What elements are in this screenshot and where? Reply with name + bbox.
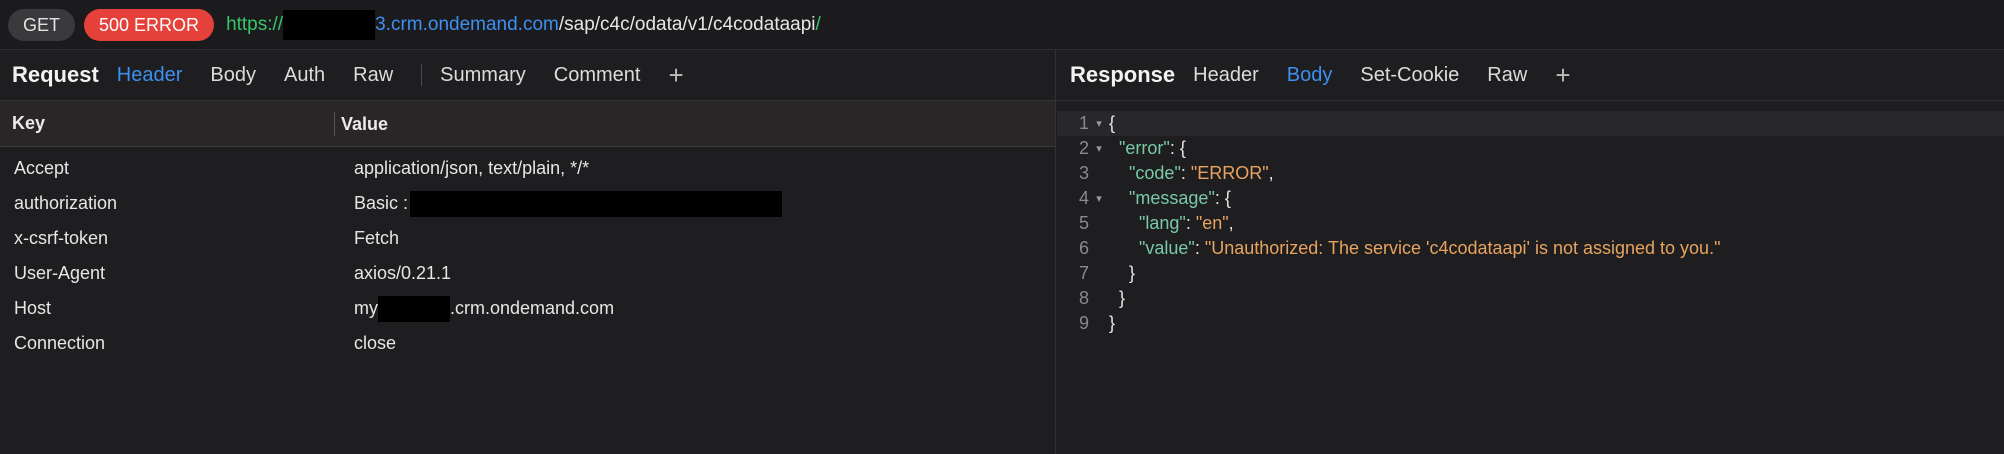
request-panel: Request Header Body Auth Raw Summary Com…: [0, 50, 1056, 454]
tab-divider: [421, 64, 423, 86]
code-text: }: [1129, 263, 1136, 283]
caret-down-icon[interactable]: ▾: [1089, 192, 1109, 205]
table-row[interactable]: Accept application/json, text/plain, */*: [0, 151, 1055, 186]
code-text: "value": "Unauthorized: The service 'c4c…: [1139, 238, 1721, 258]
line-number: 1: [1078, 113, 1089, 133]
response-title: Response: [1070, 62, 1176, 87]
url-trailing-slash: /: [815, 13, 821, 35]
json-key: "lang": [1139, 213, 1186, 233]
response-tabbar: Response Header Body Set-Cookie Raw +: [1057, 50, 2004, 101]
caret-down-icon[interactable]: ▾: [1089, 117, 1109, 130]
code-line: 8 }: [1057, 286, 2004, 311]
plus-icon[interactable]: +: [1555, 62, 1570, 88]
response-panel: Response Header Body Set-Cookie Raw + 1 ▾…: [1057, 50, 2004, 454]
code-line: 2 ▾ "error": {: [1057, 136, 2004, 161]
code-line: 9}: [1057, 311, 2004, 336]
code-line: 5 "lang": "en",: [1057, 211, 2004, 236]
column-header-value: Value: [334, 111, 388, 136]
tab-response-body[interactable]: Body: [1287, 64, 1333, 87]
table-row[interactable]: User-Agent axios/0.21.1: [0, 256, 1055, 291]
json-string-value: "en": [1195, 213, 1229, 233]
caret-down-icon[interactable]: ▾: [1089, 142, 1109, 155]
code-line: 4 ▾ "message": {: [1057, 186, 2004, 211]
json-key: "message": [1129, 188, 1215, 208]
code-text: "lang": "en",: [1139, 213, 1234, 233]
tab-response-set-cookie[interactable]: Set-Cookie: [1360, 64, 1459, 87]
tab-request-body[interactable]: Body: [210, 64, 256, 87]
table-row[interactable]: authorization Basic :: [0, 186, 1055, 221]
json-key: "value": [1139, 238, 1195, 258]
code-text: "code": "ERROR",: [1129, 163, 1274, 183]
redaction-block: [283, 9, 376, 40]
tab-request-summary[interactable]: Summary: [440, 64, 526, 87]
request-url[interactable]: https:// 3.crm.ondemand.com/sap/c4c/odata…: [226, 9, 821, 40]
table-row[interactable]: x-csrf-token Fetch: [0, 221, 1055, 256]
header-value: close: [354, 333, 397, 353]
header-key: authorization: [14, 193, 118, 213]
redaction-block: [410, 190, 783, 217]
line-number: 7: [1078, 263, 1089, 283]
header-key: Connection: [14, 333, 106, 353]
header-value: my .crm.ondemand.com: [354, 295, 615, 322]
tab-request-header[interactable]: Header: [117, 64, 183, 87]
tab-request-auth[interactable]: Auth: [284, 64, 325, 87]
url-scheme: https://: [226, 13, 284, 35]
tab-request-comment[interactable]: Comment: [554, 64, 641, 87]
code-text: }: [1109, 313, 1116, 333]
plus-icon[interactable]: +: [668, 62, 683, 88]
method-badge[interactable]: GET: [8, 8, 76, 41]
table-row[interactable]: Host my .crm.ondemand.com: [0, 291, 1055, 326]
header-value: axios/0.21.1: [354, 263, 452, 283]
request-title: Request: [12, 62, 99, 87]
code-text: {: [1109, 113, 1116, 133]
header-key: x-csrf-token: [14, 228, 109, 248]
tab-response-header[interactable]: Header: [1193, 64, 1259, 87]
line-number: 3: [1078, 163, 1089, 183]
line-number: 4: [1078, 188, 1089, 208]
response-body-code[interactable]: 1 ▾{2 ▾ "error": {3 "code": "ERROR", 4 ▾ "me…: [1057, 101, 2004, 336]
table-header: Key Value: [0, 101, 1055, 147]
status-badge: 500 ERROR: [84, 8, 215, 41]
code-text: }: [1119, 288, 1126, 308]
request-tabbar: Request Header Body Auth Raw Summary Com…: [0, 50, 1055, 101]
line-number: 9: [1078, 313, 1089, 333]
column-header-key: Key: [12, 113, 46, 133]
header-value: Fetch: [354, 228, 400, 248]
line-number: 6: [1078, 238, 1089, 258]
json-key: "code": [1129, 163, 1181, 183]
header-value: Basic :: [354, 190, 783, 217]
line-number: 5: [1078, 213, 1089, 233]
line-number: 8: [1078, 288, 1089, 308]
url-bar: GET 500 ERROR https:// 3.crm.ondemand.com…: [0, 0, 2004, 50]
line-number: 2: [1078, 138, 1089, 158]
header-value-text: Basic :: [354, 193, 409, 213]
json-string-value: "ERROR": [1190, 163, 1269, 183]
json-key: "error": [1119, 138, 1170, 158]
header-value-prefix: my: [354, 298, 378, 318]
json-string-value: "Unauthorized: The service 'c4codataapi'…: [1204, 238, 1721, 258]
header-value-suffix: .crm.ondemand.com: [450, 298, 615, 318]
header-key: Accept: [14, 158, 70, 178]
redaction-block: [378, 295, 450, 322]
code-line: 6 "value": "Unauthorized: The service 'c…: [1057, 236, 2004, 261]
code-text: "message": {: [1129, 188, 1231, 208]
header-table: Accept application/json, text/plain, */*…: [0, 147, 1055, 361]
tab-request-raw[interactable]: Raw: [353, 64, 393, 87]
url-path: /sap/c4c/odata/v1/c4codataapi: [558, 13, 816, 35]
tab-response-raw[interactable]: Raw: [1487, 64, 1527, 87]
code-line: 7 }: [1057, 261, 2004, 286]
code-line: 3 "code": "ERROR",: [1057, 161, 2004, 186]
header-key: Host: [14, 298, 52, 318]
header-key: User-Agent: [14, 263, 106, 283]
url-host: 3.crm.ondemand.com: [375, 13, 559, 35]
code-line: 1 ▾{: [1057, 111, 2004, 136]
table-row[interactable]: Connection close: [0, 326, 1055, 361]
code-text: "error": {: [1119, 138, 1186, 158]
header-value: application/json, text/plain, */*: [354, 158, 590, 178]
